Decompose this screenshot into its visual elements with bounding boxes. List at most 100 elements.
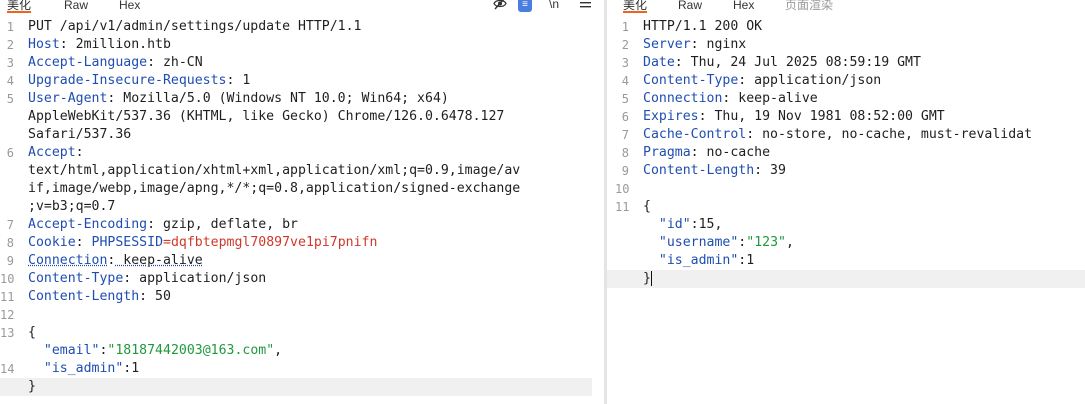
header-name: Accept	[28, 145, 76, 160]
code-line: 8 Cookie: PHPSESSID=dqfbtepmgl70897ve1pi7…	[0, 234, 604, 252]
line-number: 1	[621, 20, 629, 34]
line-content: "is_admin":1	[643, 252, 754, 270]
code-line: 5 Connection: keep-alive	[607, 90, 1085, 108]
code-line: 4 Upgrade-Insecure-Requests: 1	[0, 72, 604, 90]
line-number: 2	[621, 38, 629, 52]
json-number-value: 15	[698, 217, 715, 232]
code-line: }	[607, 270, 1085, 288]
line-content: Connection: keep-alive	[28, 253, 203, 268]
line-number: 10	[615, 182, 630, 196]
line-content: "email":"18187442003@163.com",	[28, 342, 282, 360]
code-line: if,image/webp,image/apng,*/*;q=0.8,appli…	[0, 180, 604, 198]
request-pane: 美化 Raw Hex ≡ \n 1 PUT /api/v1/admin/setti…	[0, 0, 604, 404]
code-line: text/html,application/xhtml+xml,applicat…	[0, 162, 604, 180]
line-content: Pragma: no-cache	[643, 145, 771, 160]
code-line: 10	[607, 180, 1085, 198]
code-line: 14 "is_admin":1	[0, 360, 604, 378]
code-line: "email":"18187442003@163.com",	[0, 342, 604, 360]
tab-raw[interactable]: Raw	[64, 0, 88, 12]
code-line: 6 Accept:	[0, 144, 604, 162]
header-name: Content-Length	[643, 163, 755, 178]
cookie-name: PHPSESSID	[91, 235, 164, 250]
code-line: 5 User-Agent: Mozilla/5.0 (Windows NT 10.…	[0, 90, 604, 108]
request-tabs: 美化 Raw Hex ≡ \n	[0, 0, 604, 14]
json-comma: ,	[274, 343, 283, 358]
tab-raw[interactable]: Raw	[678, 0, 702, 12]
header-value: 1	[234, 73, 251, 88]
code-line: 8 Pragma: no-cache	[607, 144, 1085, 162]
json-string-value: "123"	[746, 235, 786, 250]
header-name: Content-Length	[28, 289, 140, 304]
line-content: Cache-Control: no-store, no-cache, must-…	[643, 127, 1033, 142]
request-editor[interactable]: 1 PUT /api/v1/admin/settings/update HTTP/…	[0, 18, 604, 404]
response-editor[interactable]: 1 HTTP/1.1 200 OK 2 Server: nginx 3 Date: Thu…	[607, 18, 1085, 404]
code-line: 7 Accept-Encoding: gzip, deflate, br	[0, 216, 604, 234]
line-number: 6	[621, 110, 629, 124]
header-name: Upgrade-Insecure-Requests	[28, 73, 227, 88]
newline-icon[interactable]: \n	[549, 0, 559, 11]
line-number: 5	[621, 92, 629, 106]
header-name: Connection	[28, 253, 108, 268]
header-name: Accept-Encoding	[28, 217, 148, 232]
code-line: 13 {	[0, 324, 604, 342]
code-line: AppleWebKit/537.36 (KHTML, like Gecko) C…	[0, 108, 604, 126]
line-content: Cookie: PHPSESSID=dqfbtepmgl70897ve1pi7p…	[28, 235, 378, 250]
code-line: }	[0, 378, 592, 396]
header-value: 39	[762, 163, 786, 178]
line-content: }	[643, 270, 652, 288]
header-name: User-Agent	[28, 91, 108, 106]
line-text: {	[643, 199, 651, 214]
line-number: 4	[6, 74, 14, 88]
tab-hex[interactable]: Hex	[119, 0, 140, 12]
header-name: Content-Type	[28, 271, 124, 286]
line-content: text/html,application/xhtml+xml,applicat…	[28, 162, 520, 180]
line-number: 12	[0, 308, 15, 322]
line-text: Safari/537.36	[28, 127, 132, 142]
header-value: 2million.htb	[67, 37, 171, 52]
header-value: 50	[147, 289, 171, 304]
code-line: 10 Content-Type: application/json	[0, 270, 604, 288]
code-line: 3 Accept-Language: zh-CN	[0, 54, 604, 72]
line-content: HTTP/1.1 200 OK	[643, 18, 762, 36]
tab-pretty[interactable]: 美化	[623, 0, 648, 13]
code-line: 1 PUT /api/v1/admin/settings/update HTTP/…	[0, 18, 604, 36]
json-number-value: 1	[746, 253, 755, 268]
tab-hex[interactable]: Hex	[733, 0, 754, 12]
line-content: "id":15,	[643, 216, 723, 234]
line-content: Expires: Thu, 19 Nov 1981 08:52:00 GMT	[643, 109, 945, 124]
json-key: "username"	[658, 235, 739, 250]
text-cursor	[650, 270, 652, 286]
line-text: {	[28, 325, 36, 340]
tab-render[interactable]: 页面渲染	[785, 0, 833, 12]
line-content: Content-Length: 39	[643, 163, 786, 178]
json-string-value: "18187442003@163.com"	[107, 343, 275, 358]
header-name: Pragma	[643, 145, 691, 160]
wrap-icon[interactable]: ≡	[518, 0, 532, 12]
menu-icon[interactable]	[580, 0, 591, 11]
line-text: if,image/webp,image/apng,*/*;q=0.8,appli…	[28, 181, 521, 196]
line-content: Content-Type: application/json	[28, 271, 267, 286]
line-number: 9	[621, 164, 629, 178]
header-value: gzip, deflate, br	[155, 217, 298, 232]
cookie-value: dqfbtepmgl70897ve1pi7pnifn	[170, 235, 378, 250]
line-number: 4	[621, 74, 629, 88]
json-comma: ,	[714, 217, 723, 232]
line-text: text/html,application/xhtml+xml,applicat…	[28, 163, 521, 178]
line-content: }	[28, 378, 36, 396]
line-content: Accept-Encoding: gzip, deflate, br	[28, 217, 298, 232]
header-name: Cache-Control	[643, 127, 747, 142]
json-key: "id"	[658, 217, 691, 232]
line-number: 11	[615, 200, 630, 214]
json-key: "is_admin"	[658, 253, 739, 268]
json-number-value: 1	[131, 361, 140, 376]
line-number: 3	[621, 56, 629, 70]
tab-pretty[interactable]: 美化	[7, 0, 32, 13]
eye-slash-icon[interactable]	[493, 0, 507, 13]
line-content: {	[28, 324, 36, 342]
line-content: Accept:	[28, 145, 84, 160]
header-value: Thu, 24 Jul 2025 08:59:19 GMT	[682, 55, 921, 70]
header-name: Accept-Language	[28, 55, 148, 70]
